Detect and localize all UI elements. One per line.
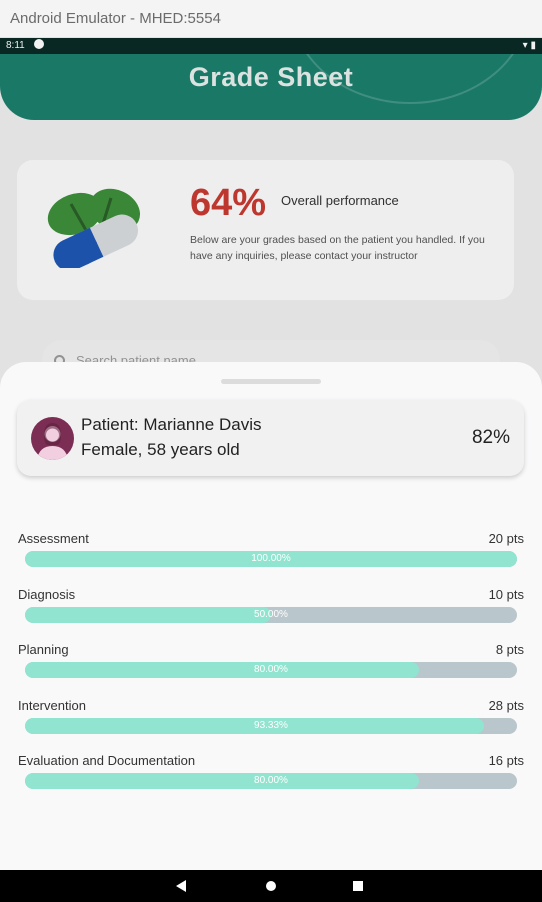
progress-label: 93.33% [254, 720, 288, 731]
progress-bar: 93.33% [25, 718, 517, 734]
home-icon[interactable] [266, 881, 276, 891]
grade-points: 20 pts [488, 531, 524, 546]
grade-name: Evaluation and Documentation [18, 753, 196, 768]
progress-bar: 100.00% [25, 551, 517, 567]
patient-name: Patient: Marianne Davis [81, 415, 262, 434]
patient-description: Female, 58 years old [81, 440, 240, 459]
progress-bar: 80.00% [25, 773, 517, 789]
progress-bar: 50.00% [25, 607, 517, 623]
patient-card: Patient: Marianne Davis Female, 58 years… [17, 400, 524, 476]
window-title-bar: Android Emulator - MHED:5554 [0, 0, 542, 38]
patient-grade-sheet: Patient: Marianne Davis Female, 58 years… [0, 362, 542, 870]
progress-bar: 80.00% [25, 662, 517, 678]
progress-label: 80.00% [254, 664, 288, 675]
device-screen: 8:11 ▾ ▮ Grade Sheet 64% Overall perform… [0, 38, 542, 902]
progress-label: 80.00% [254, 775, 288, 786]
back-icon[interactable] [176, 880, 186, 892]
patient-score: 82% [471, 427, 510, 448]
progress-label: 50.00% [254, 609, 288, 620]
android-nav-bar [0, 870, 542, 902]
grade-points: 28 pts [488, 698, 524, 713]
grade-name: Assessment [18, 531, 89, 546]
grade-row-evaluation: Evaluation and Documentation 16 pts 80.0… [17, 753, 524, 793]
grade-points: 8 pts [495, 642, 524, 657]
grade-row-assessment: Assessment 20 pts 100.00% [17, 531, 524, 571]
progress-label: 100.00% [251, 553, 291, 564]
recents-icon[interactable] [353, 881, 363, 891]
grade-name: Diagnosis [18, 587, 76, 602]
grade-row-diagnosis: Diagnosis 10 pts 50.00% [17, 587, 524, 627]
female-avatar-icon [31, 417, 74, 460]
grade-row-intervention: Intervention 28 pts 93.33% [17, 698, 524, 738]
grade-name: Planning [18, 642, 69, 657]
grade-name: Intervention [18, 698, 86, 713]
window-title: Android Emulator - MHED:5554 [10, 10, 221, 27]
grade-row-planning: Planning 8 pts 80.00% [17, 642, 524, 682]
grade-points: 10 pts [488, 587, 524, 602]
grade-points: 16 pts [488, 753, 524, 768]
drag-handle[interactable] [221, 379, 321, 384]
